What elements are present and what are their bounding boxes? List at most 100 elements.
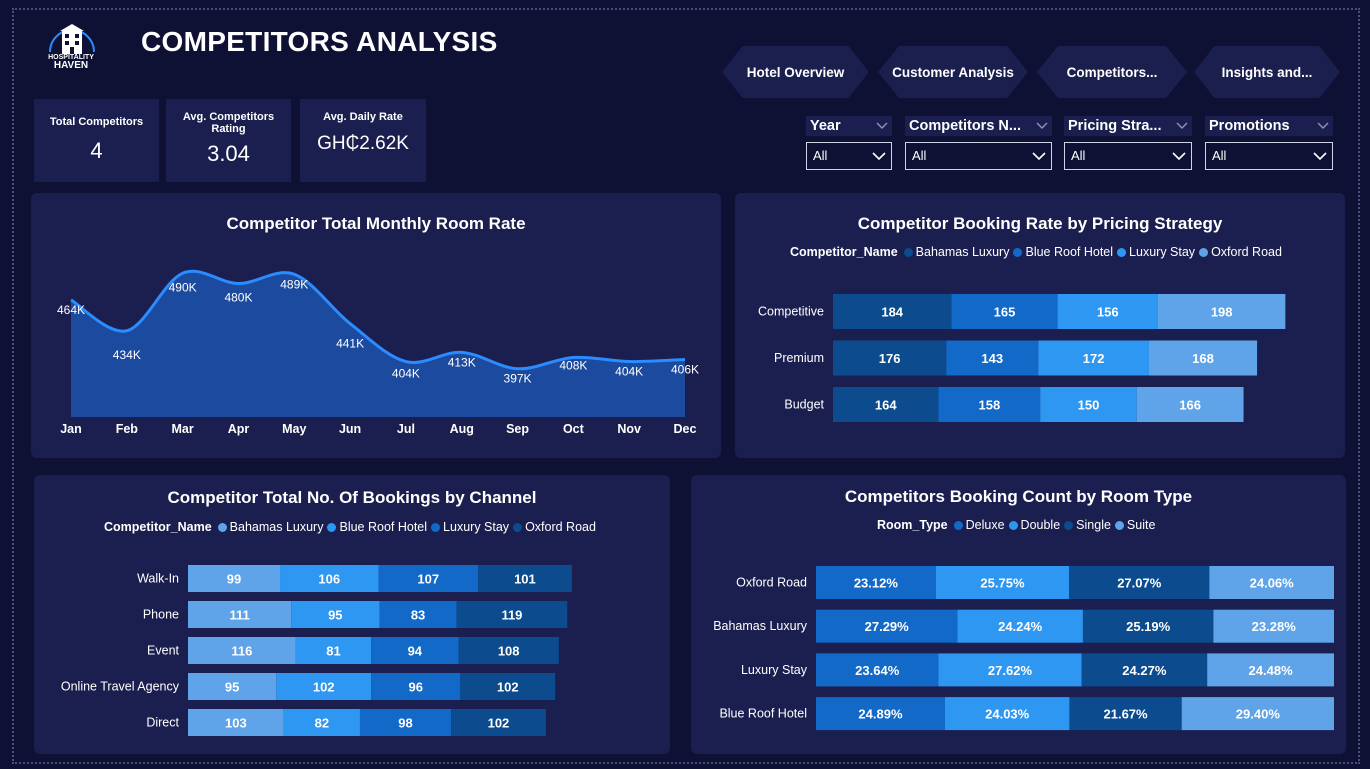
bar-value-label: 82 (315, 716, 329, 731)
data-point-label: 406K (671, 363, 699, 377)
kpi-value: GH₵2.62K (317, 133, 409, 154)
bar-value-label: 27.62% (988, 663, 1033, 678)
data-point-label: 404K (615, 365, 643, 379)
nav-insights-button[interactable]: Insights and... (1194, 46, 1340, 98)
x-tick-label: Oct (563, 422, 585, 436)
kpi-value: 3.04 (207, 141, 250, 166)
slicer-label: Pricing Stra... (1068, 118, 1162, 134)
chevron-down-icon (1032, 152, 1046, 161)
bar-value-label: 107 (417, 572, 439, 587)
category-label: Bahamas Luxury (713, 619, 808, 633)
room-type-panel: Competitors Booking Count by Room Type R… (691, 475, 1346, 754)
category-label: Oxford Road (736, 576, 807, 590)
slicer-header: Competitors N... (905, 116, 1052, 136)
bar-value-label: 23.12% (854, 576, 899, 591)
data-point-label: 489K (280, 277, 308, 291)
x-tick-label: Mar (172, 422, 194, 436)
category-label: Luxury Stay (741, 663, 808, 677)
data-point-label: 434K (113, 348, 141, 362)
x-tick-label: May (282, 422, 306, 436)
slicer-header: Year (806, 116, 892, 136)
slicer-promotions[interactable]: Promotions All (1205, 116, 1333, 170)
nav-hotel-overview-button[interactable]: Hotel Overview (722, 46, 869, 98)
page-title: COMPETITORS ANALYSIS (141, 26, 498, 57)
slicer-label: Promotions (1209, 118, 1290, 134)
data-point-label: 480K (224, 291, 252, 305)
data-point-label: 464K (57, 303, 85, 317)
category-label: Blue Roof Hotel (719, 707, 807, 721)
slicer-competitors-dropdown[interactable]: All (905, 142, 1052, 170)
bar-value-label: 25.75% (980, 576, 1025, 591)
logo-text: HOSPITALITY HAVEN (40, 54, 102, 71)
monthly-room-rate-panel: Competitor Total Monthly Room Rate 464K J… (31, 193, 721, 458)
bookings-by-channel-chart: Walk-In 99 106 107 101 Phone 111 95 83 119 Event 11… (61, 565, 572, 736)
bar-value-label: 96 (408, 680, 422, 695)
bar-value-label: 95 (225, 680, 239, 695)
slicer-year-dropdown[interactable]: All (806, 142, 892, 170)
category-label: Budget (784, 398, 824, 412)
slicer-label: Year (810, 118, 841, 134)
bar-value-label: 83 (411, 608, 425, 623)
bar-value-label: 24.03% (985, 707, 1030, 722)
bar-value-label: 24.27% (1122, 663, 1167, 678)
slicer-pricing-dropdown[interactable]: All (1064, 142, 1192, 170)
bar-value-label: 156 (1097, 305, 1119, 320)
x-tick-label: Sep (506, 422, 529, 436)
room-type-chart: Oxford Road 23.12% 25.75% 27.07% 24.06% Baham… (713, 566, 1334, 731)
bar-value-label: 111 (229, 608, 249, 623)
kpi-avg-competitors-rating: Avg. Competitors Rating 3.04 (166, 99, 291, 182)
data-point-label: 408K (559, 358, 587, 372)
chevron-down-icon (1317, 122, 1329, 130)
kpi-label: Avg. Competitors Rating (182, 111, 275, 135)
bar-value-label: 23.64% (855, 663, 900, 678)
bar-value-label: 94 (408, 644, 423, 659)
nav-competitors-button[interactable]: Competitors... (1037, 46, 1187, 98)
slicer-competitors-name[interactable]: Competitors N... All (905, 116, 1052, 170)
pricing-strategy-panel: Competitor Booking Rate by Pricing Strat… (735, 193, 1345, 458)
bar-value-label: 24.89% (858, 707, 903, 722)
bar-value-label: 99 (227, 572, 241, 587)
bar-value-label: 103 (225, 716, 247, 731)
x-tick-label: Jun (339, 422, 361, 436)
slicer-value: All (813, 148, 828, 163)
x-tick-label: Apr (228, 422, 250, 436)
bar-value-label: 172 (1083, 351, 1105, 366)
nav-customer-analysis-button[interactable]: Customer Analysis (878, 46, 1028, 98)
bar-value-label: 119 (501, 608, 522, 623)
bar-value-label: 27.29% (865, 619, 910, 634)
category-label: Premium (774, 351, 824, 365)
kpi-total-competitors: Total Competitors 4 (34, 99, 159, 182)
pricing-strategy-chart: Competitive 184 165 156 198 Premium 176 143 172 1… (758, 294, 1286, 422)
bar-value-label: 98 (398, 716, 412, 731)
kpi-label: Total Competitors (49, 116, 144, 128)
bar-value-label: 21.67% (1104, 707, 1149, 722)
chevron-down-icon (1313, 152, 1327, 161)
slicer-value: All (912, 148, 927, 163)
slicer-pricing-strategy[interactable]: Pricing Stra... All (1064, 116, 1192, 170)
monthly-room-rate-chart: 464K Jan 434K Feb 490K Mar 480K Apr 489K May 441K J… (57, 269, 699, 436)
bar-value-label: 164 (875, 398, 897, 413)
bar-value-label: 27.07% (1117, 576, 1162, 591)
bar-value-label: 176 (879, 351, 901, 366)
bar-value-label: 81 (326, 644, 340, 659)
slicer-promotions-dropdown[interactable]: All (1205, 142, 1333, 170)
bar-value-label: 23.28% (1252, 619, 1297, 634)
kpi-label: Avg. Daily Rate (323, 111, 403, 123)
x-tick-label: Aug (450, 422, 474, 436)
bar-value-label: 95 (328, 608, 342, 623)
chevron-down-icon (1176, 122, 1188, 130)
category-label: Phone (143, 608, 179, 622)
slicer-value: All (1212, 148, 1227, 163)
category-label: Direct (146, 716, 179, 730)
slicer-year[interactable]: Year All (806, 116, 892, 170)
bar-value-label: 24.48% (1249, 663, 1294, 678)
x-tick-label: Feb (116, 422, 139, 436)
slicer-label: Competitors N... (909, 118, 1021, 134)
data-point-label: 441K (336, 337, 364, 351)
bar-value-label: 143 (981, 351, 1003, 366)
bar-value-label: 24.24% (998, 619, 1043, 634)
bar-value-label: 158 (979, 398, 1001, 413)
bar-value-label: 198 (1211, 305, 1233, 320)
bar-value-label: 102 (313, 680, 335, 695)
bar-value-label: 25.19% (1126, 619, 1171, 634)
